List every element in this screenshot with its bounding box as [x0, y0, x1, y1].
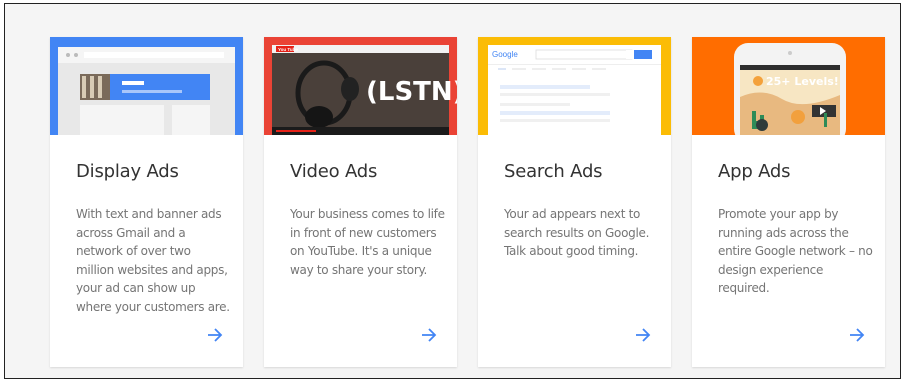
levels-banner-text: 25+ Levels! — [766, 75, 839, 88]
card-title: App Ads — [718, 161, 791, 182]
card-description: Your ad appears next to search results o… — [504, 207, 650, 258]
card-title: Search Ads — [504, 161, 603, 182]
ad-formats-panel: Display Ads With text and banner ads acr… — [4, 3, 901, 379]
arrow-right-icon[interactable] — [848, 326, 866, 344]
card-video-ads[interactable]: You Tube (LSTN) Video Ads Your business … — [264, 37, 457, 367]
arrow-right-icon[interactable] — [634, 326, 652, 344]
card-search-ads[interactable]: Google Search Ads Your ad appears next t… — [478, 37, 671, 367]
google-logo-text: Google — [492, 50, 518, 59]
search-ads-illustration: Google — [478, 37, 671, 135]
card-app-ads[interactable]: 25+ Levels! App Ads Promote your app by … — [692, 37, 885, 367]
arrow-right-icon[interactable] — [420, 326, 438, 344]
card-description: Promote your app by running ads across t… — [718, 207, 873, 295]
video-ads-illustration: You Tube (LSTN) — [264, 37, 457, 135]
card-title: Video Ads — [290, 161, 378, 182]
card-description: Your business comes to life in front of … — [290, 207, 445, 277]
youtube-logo-text: You Tube — [278, 47, 298, 52]
card-title: Display Ads — [76, 161, 179, 182]
card-description: With text and banner ads across Gmail an… — [76, 207, 230, 314]
lstn-logo-text: (LSTN) — [366, 77, 457, 107]
card-display-ads[interactable]: Display Ads With text and banner ads acr… — [50, 37, 243, 367]
app-ads-illustration: 25+ Levels! — [692, 37, 885, 135]
display-ads-illustration — [50, 37, 243, 135]
arrow-right-icon[interactable] — [206, 326, 224, 344]
